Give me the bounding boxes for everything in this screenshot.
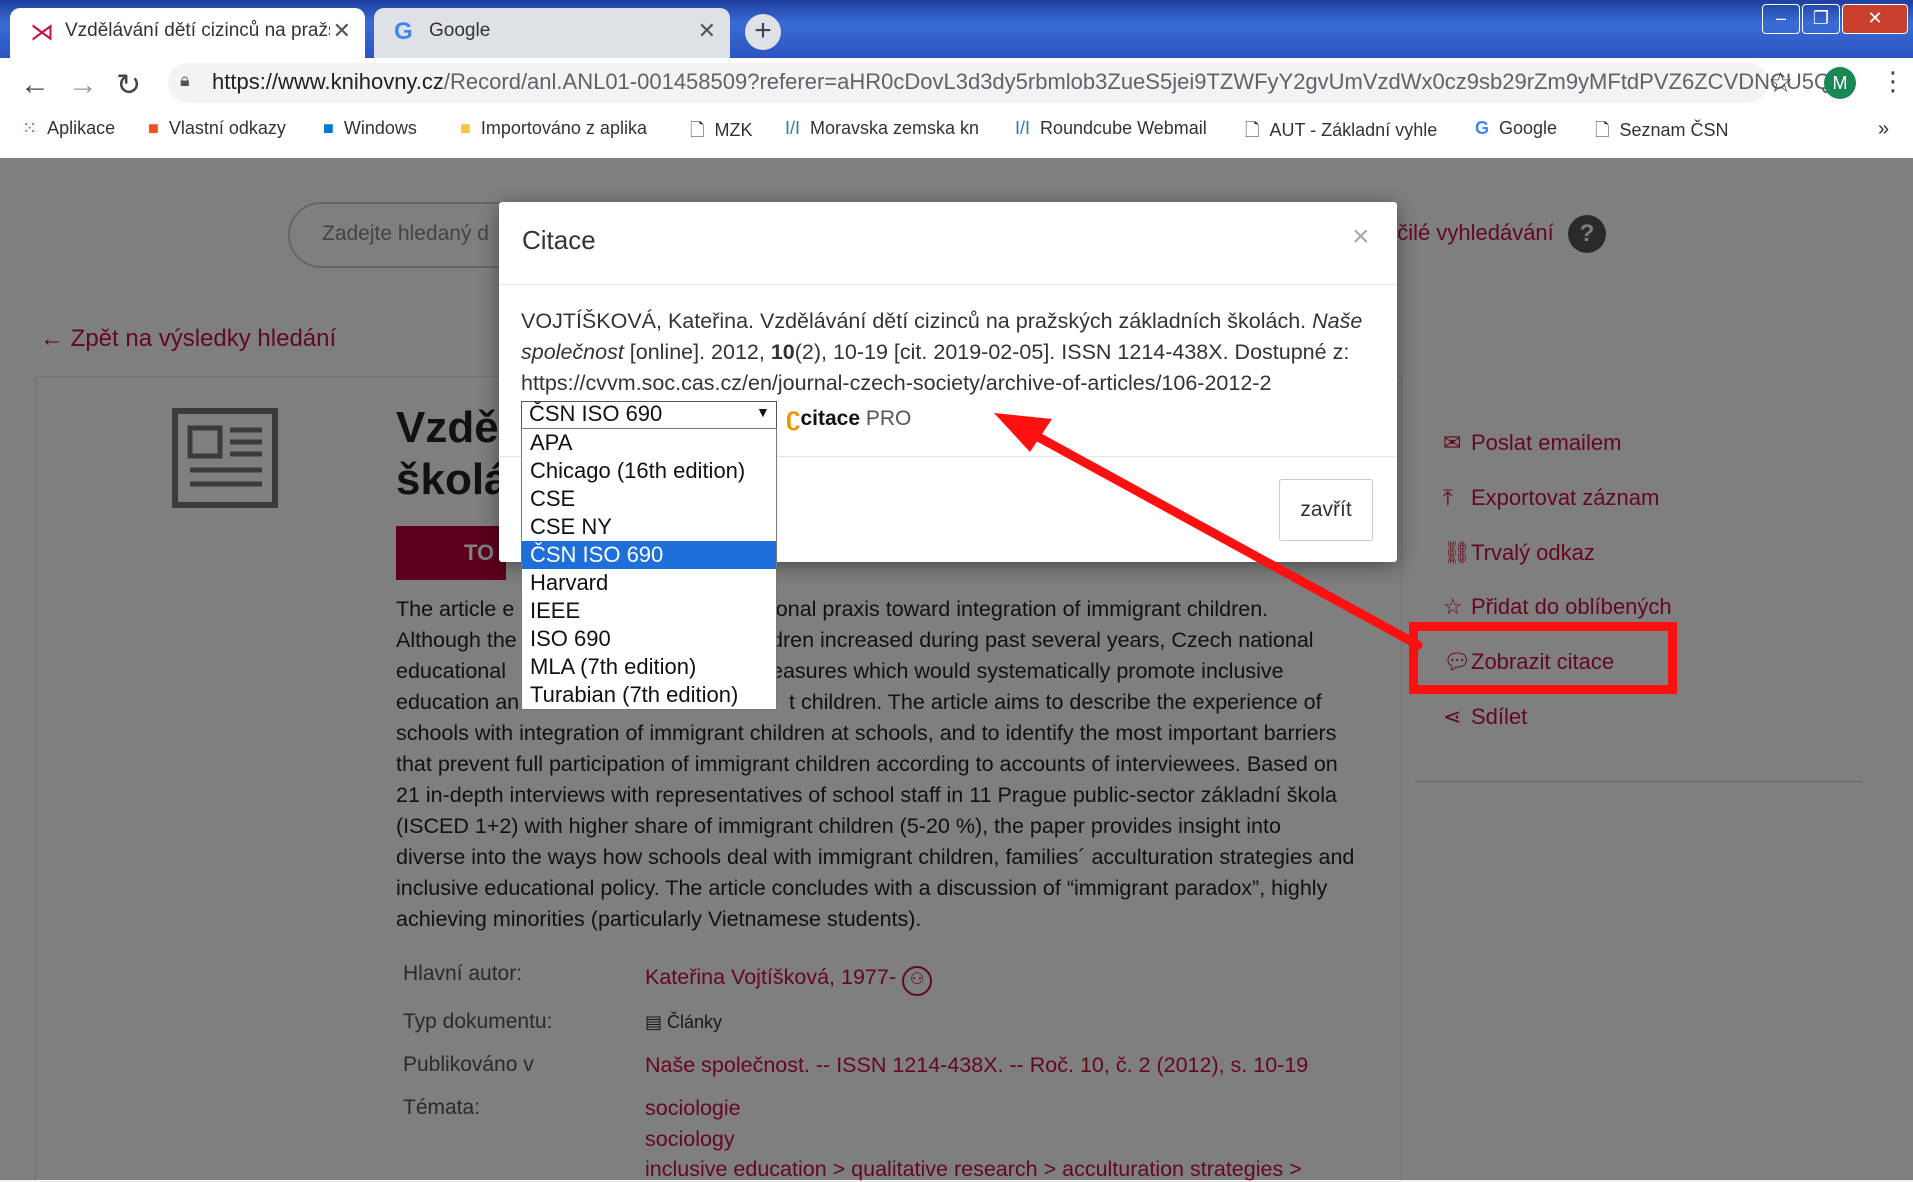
- annotation-arrow: [994, 413, 1423, 650]
